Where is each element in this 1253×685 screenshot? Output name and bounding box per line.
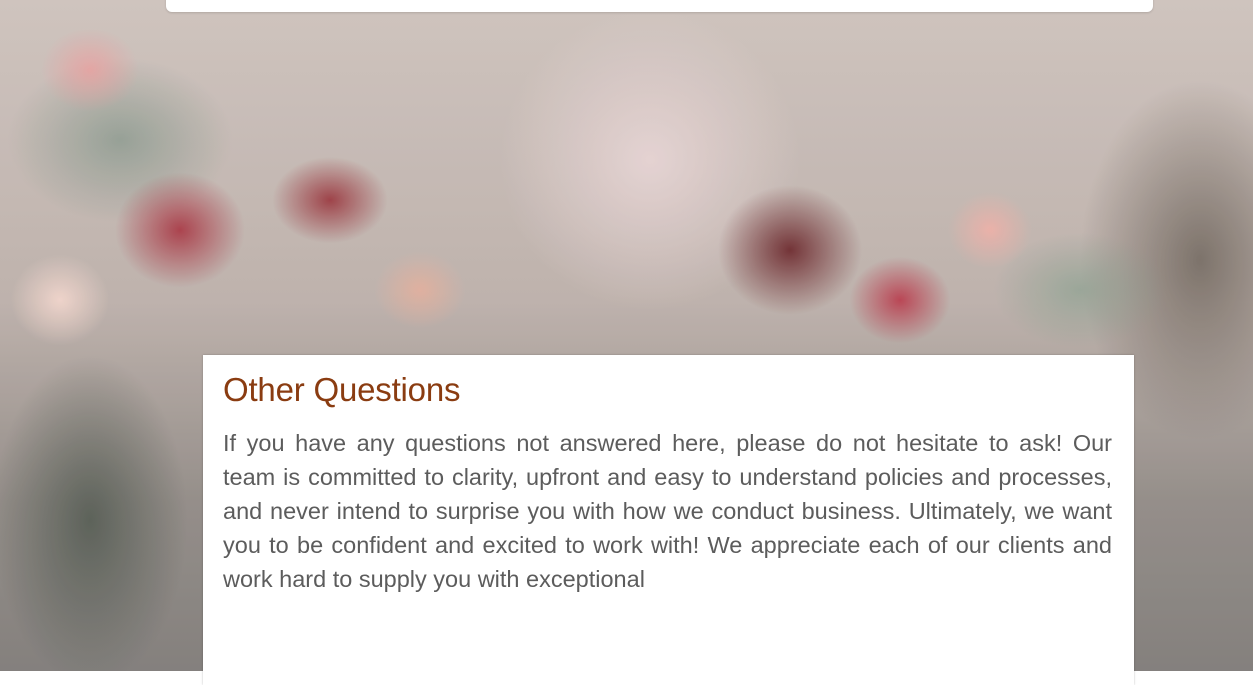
top-content-panel <box>166 0 1153 12</box>
section-heading: Other Questions <box>223 371 461 408</box>
section-body-text: If you have any questions not answered h… <box>223 430 1112 592</box>
other-questions-card: Other Questions If you have any question… <box>203 355 1134 685</box>
